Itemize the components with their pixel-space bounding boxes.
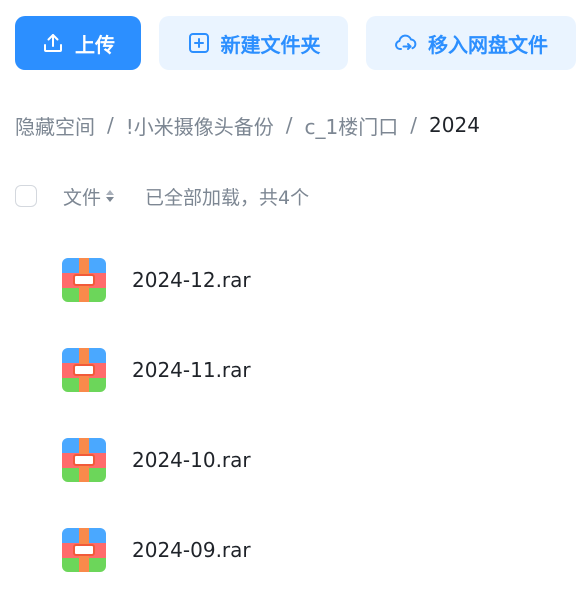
breadcrumb-separator: /	[285, 113, 293, 137]
move-to-cloud-label: 移入网盘文件	[428, 32, 548, 57]
archive-icon	[62, 258, 106, 302]
file-name: 2024-12.rar	[132, 268, 251, 292]
breadcrumb-item-camera-backup[interactable]: !小米摄像头备份	[126, 111, 274, 140]
archive-icon	[62, 438, 106, 482]
breadcrumb-separator: /	[410, 113, 418, 137]
add-folder-icon	[187, 31, 211, 55]
select-all-checkbox[interactable]	[15, 185, 37, 207]
new-folder-label: 新建文件夹	[220, 32, 321, 57]
breadcrumb-item-current: 2024	[429, 113, 480, 137]
move-to-cloud-button[interactable]: 移入网盘文件	[366, 16, 576, 70]
list-item[interactable]: 2024-10.rar	[0, 415, 585, 505]
upload-button[interactable]: 上传	[15, 16, 141, 70]
list-item[interactable]: 2024-12.rar	[0, 235, 585, 325]
sort-icon[interactable]	[105, 188, 115, 204]
breadcrumb-separator: /	[107, 113, 114, 137]
archive-icon	[62, 348, 106, 392]
breadcrumb: 隐藏空间 / !小米摄像头备份 / c_1楼门口 / 2024	[15, 108, 480, 142]
name-column-label: 文件	[63, 186, 102, 209]
file-name: 2024-09.rar	[132, 538, 251, 562]
upload-icon	[41, 31, 65, 55]
cloud-transfer-icon	[394, 31, 418, 55]
file-name: 2024-11.rar	[132, 358, 251, 382]
new-folder-button[interactable]: 新建文件夹	[159, 16, 348, 70]
name-column-header[interactable]: 文件	[63, 183, 115, 210]
upload-label: 上传	[75, 32, 115, 57]
breadcrumb-item-hidden-space[interactable]: 隐藏空间	[15, 111, 95, 140]
list-item[interactable]: 2024-09.rar	[0, 505, 585, 595]
list-header: 文件 已全部加载，共4个	[15, 178, 575, 214]
file-name: 2024-10.rar	[132, 448, 251, 472]
breadcrumb-item-front-door[interactable]: c_1楼门口	[305, 111, 399, 140]
list-item[interactable]: 2024-11.rar	[0, 325, 585, 415]
toolbar: 上传 新建文件夹 移入网盘文件	[15, 16, 585, 70]
archive-icon	[62, 528, 106, 572]
load-status-text: 已全部加载，共4个	[145, 186, 310, 209]
